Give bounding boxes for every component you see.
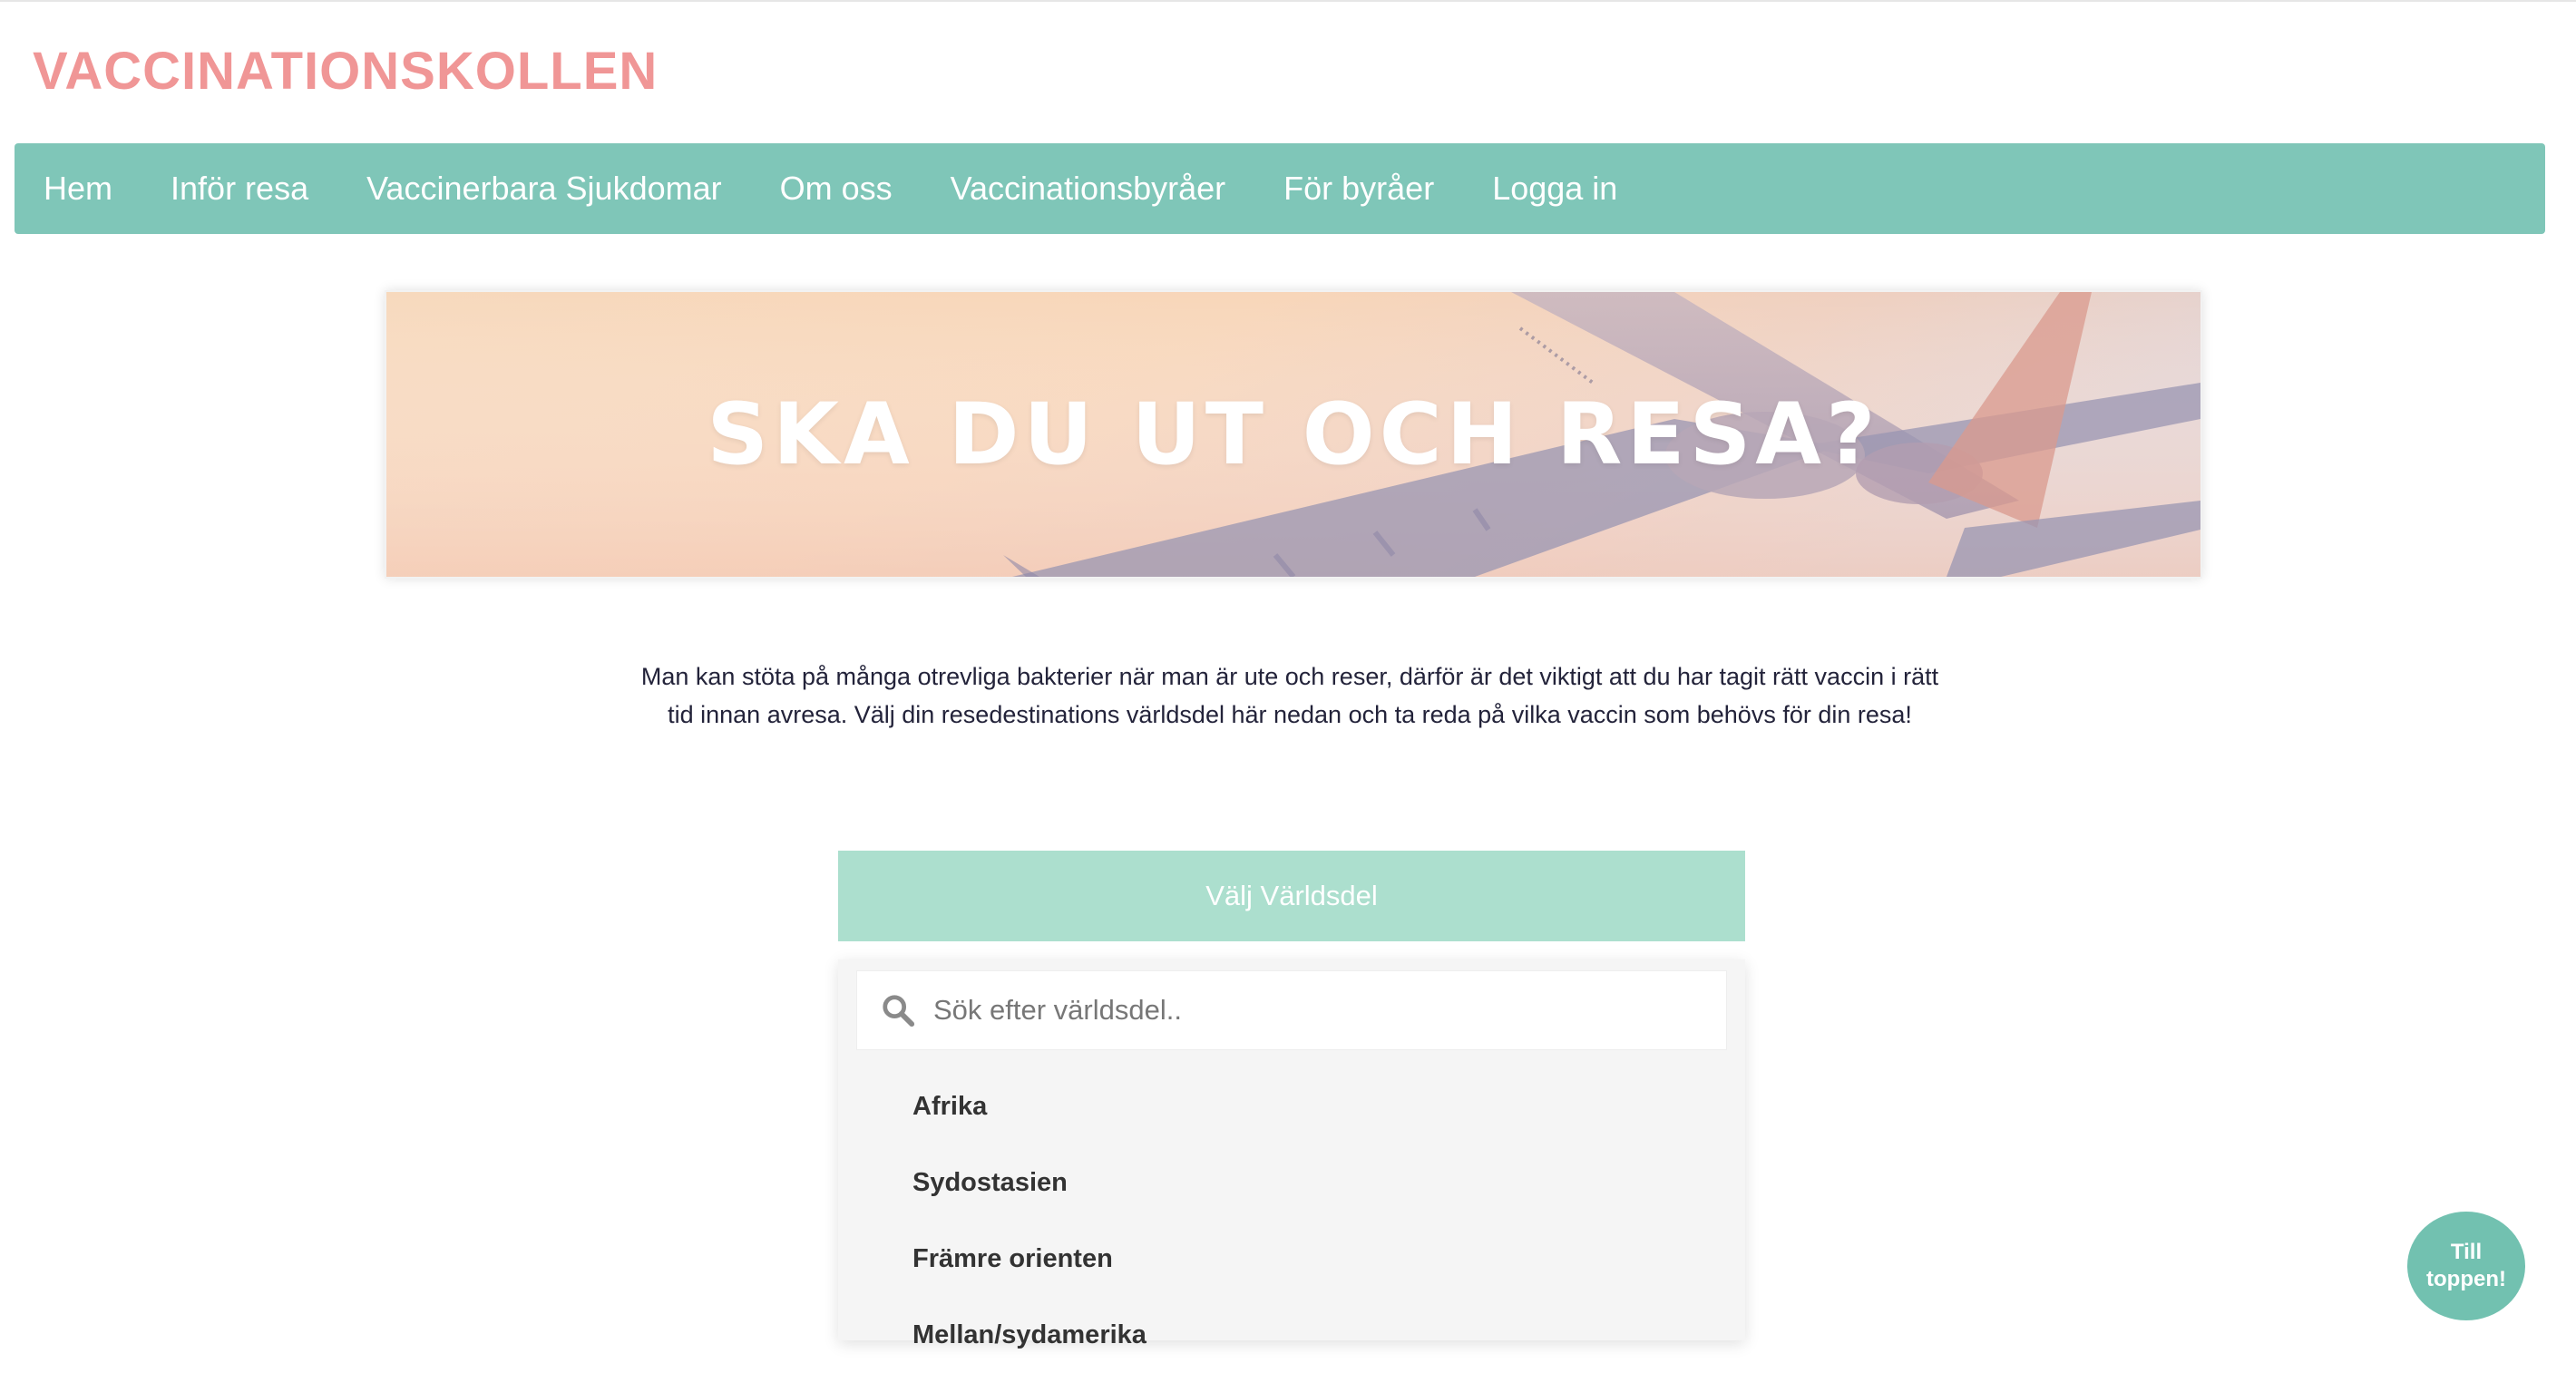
region-list: Afrika Sydostasien Främre orienten Mella… (838, 1068, 1745, 1373)
hero-title: SKA DU UT OCH RESA? (707, 385, 1880, 484)
top-border (0, 0, 2576, 2)
region-option-mellan-sydamerika[interactable]: Mellan/sydamerika (838, 1297, 1745, 1373)
region-search-box[interactable] (856, 970, 1727, 1050)
region-dropdown: Afrika Sydostasien Främre orienten Mella… (838, 959, 1745, 1349)
nav-item-for-byraer[interactable]: För byråer (1283, 170, 1434, 208)
region-option-sydostasien[interactable]: Sydostasien (838, 1144, 1745, 1221)
nav-item-hem[interactable]: Hem (44, 170, 112, 208)
intro-text: Man kan stöta på många otrevliga bakteri… (640, 663, 1939, 728)
back-to-top-button[interactable]: Till toppen! (2407, 1212, 2525, 1320)
site-logo[interactable]: VACCINATIONSKOLLEN (33, 40, 658, 103)
region-search-input[interactable] (932, 993, 1715, 1027)
back-to-top-label: Till toppen! (2426, 1240, 2506, 1291)
choose-region-button[interactable]: Välj Världsdel (838, 851, 1745, 941)
nav-item-om-oss[interactable]: Om oss (780, 170, 893, 208)
region-option-framre-orienten[interactable]: Främre orienten (838, 1221, 1745, 1297)
main-navigation: Hem Inför resa Vaccinerbara Sjukdomar Om… (15, 143, 2545, 234)
nav-item-vaccinerbara-sjukdomar[interactable]: Vaccinerbara Sjukdomar (366, 170, 722, 208)
region-option-afrika[interactable]: Afrika (838, 1068, 1745, 1144)
nav-item-vaccinationsbyraer[interactable]: Vaccinationsbyråer (951, 170, 1226, 208)
search-icon (883, 995, 915, 1027)
hero-banner: SKA DU UT OCH RESA? (385, 290, 2202, 579)
nav-item-infor-resa[interactable]: Inför resa (171, 170, 308, 208)
nav-item-logga-in[interactable]: Logga in (1492, 170, 1617, 208)
